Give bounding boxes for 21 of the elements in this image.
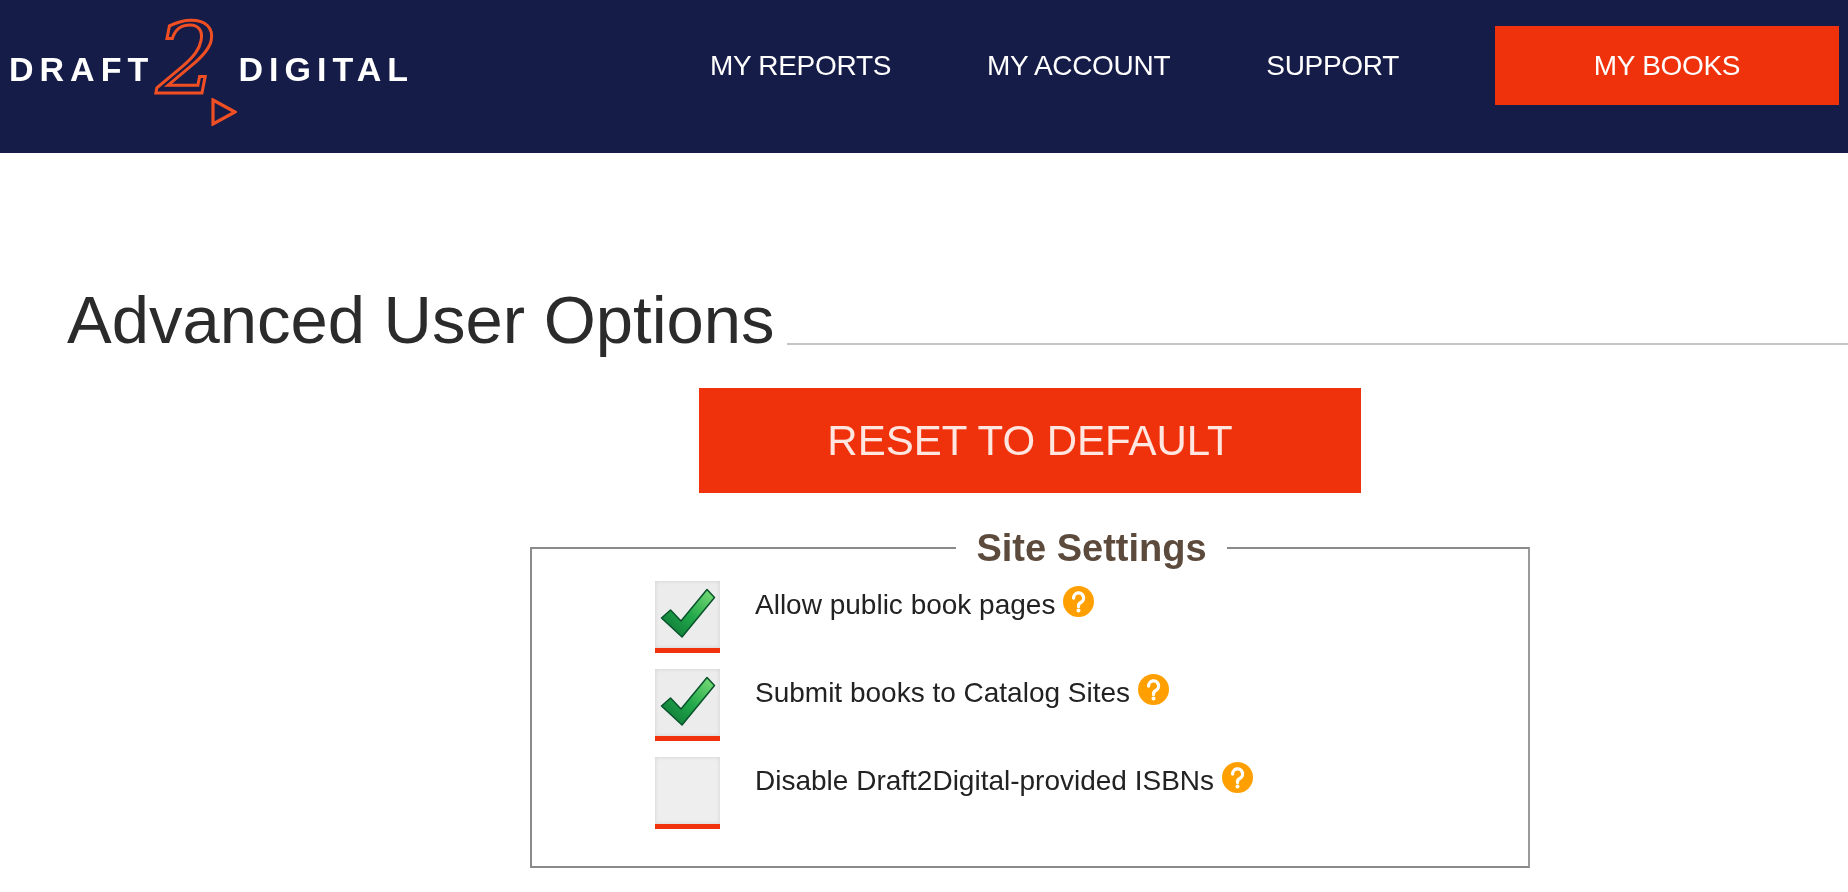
nav-link[interactable]: MY ACCOUNT bbox=[987, 49, 1171, 82]
logo-text: DRAFT bbox=[9, 51, 155, 86]
help-icon[interactable] bbox=[1063, 586, 1095, 618]
panel-title: Site Settings bbox=[975, 529, 1208, 568]
option-label: Submit books to Catalog Sites bbox=[755, 677, 1131, 710]
nav-link[interactable]: SUPPORT bbox=[1266, 49, 1399, 82]
nav-button[interactable]: MY BOOKS bbox=[1495, 26, 1839, 105]
checkbox[interactable] bbox=[655, 757, 720, 830]
help-icon[interactable] bbox=[1222, 762, 1254, 794]
option-label: Allow public book pages bbox=[755, 589, 1056, 622]
help-icon[interactable] bbox=[1138, 674, 1170, 706]
page-title: Advanced User Options bbox=[67, 281, 775, 359]
check-icon bbox=[659, 588, 716, 640]
checkbox[interactable] bbox=[655, 669, 720, 742]
option-label: Disable Draft2Digital-provided ISBNs bbox=[755, 765, 1215, 798]
nav-link[interactable]: MY REPORTS bbox=[709, 49, 892, 82]
checkbox[interactable] bbox=[655, 581, 720, 654]
arrow-icon bbox=[210, 97, 237, 126]
check-icon bbox=[659, 676, 716, 728]
logo-text: DIGITAL bbox=[238, 51, 415, 86]
logo-numeral: 2 bbox=[156, 9, 219, 108]
